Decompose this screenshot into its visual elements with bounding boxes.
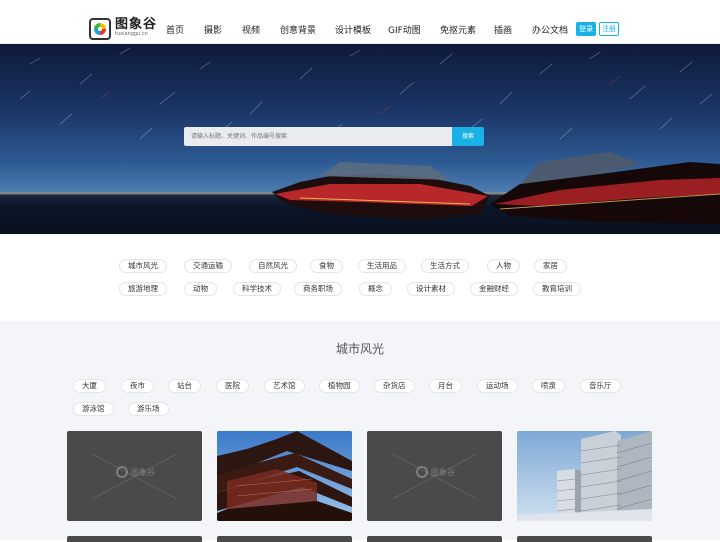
category-tag[interactable]: 家居 [534,259,567,273]
category-tag[interactable]: 交通运输 [184,259,232,273]
category-tag[interactable]: 科学技术 [233,282,281,296]
category-tag[interactable]: 旅游地理 [119,282,167,296]
category-tag[interactable]: 生活用品 [358,259,406,273]
pagoda-image [217,431,352,521]
category-tag[interactable]: 商务职场 [294,282,342,296]
image-card-skyscrapers[interactable] [517,431,652,521]
subcategory-tag[interactable]: 游乐场 [128,402,169,416]
subcategory-tag[interactable]: 游泳馆 [73,402,114,416]
top-header: 图象谷 tuxianggu.cn 首页 摄影 视频 创意背景 设计模板 GIF动… [0,0,720,44]
logo-name: 图象谷 [115,17,158,32]
nav-item-photo[interactable]: 摄影 [204,23,222,36]
subcategory-tag[interactable]: 医院 [216,379,249,393]
register-button[interactable]: 注册 [599,22,619,36]
subcategory-tag[interactable]: 月台 [429,379,462,393]
nav-item-design-template[interactable]: 设计模板 [335,23,371,36]
image-card-placeholder[interactable]: 图象谷 [367,431,502,521]
subcategory-tag[interactable]: 运动场 [477,379,518,393]
placeholder-logo-icon: 图象谷 [416,466,455,478]
site-logo[interactable]: 图象谷 tuxianggu.cn [89,18,157,40]
subcategory-tag[interactable]: 夜市 [121,379,154,393]
category-tag[interactable]: 人物 [487,259,520,273]
subcategory-tag[interactable]: 大厦 [73,379,106,393]
search-input[interactable]: 请输入标题、关键词、作品编号搜索 [184,127,452,146]
category-tag[interactable]: 城市风光 [119,259,167,273]
image-card-placeholder[interactable]: 图象谷 [67,431,202,521]
section-title: 城市风光 [335,342,384,356]
nav-item-illustration[interactable]: 插画 [494,23,512,36]
nav-item-video[interactable]: 视频 [242,23,260,36]
category-tag[interactable]: 动物 [184,282,217,296]
image-card-next-row[interactable] [367,536,502,542]
image-card-next-row[interactable] [217,536,352,542]
category-tag[interactable]: 教育培训 [533,282,581,296]
category-tag[interactable]: 生活方式 [421,259,469,273]
category-tag[interactable]: 概念 [359,282,392,296]
hero-banner: 请输入标题、关键词、作品编号搜索 搜索 [0,44,720,234]
subcategory-tag[interactable]: 站台 [168,379,201,393]
nav-item-png-elements[interactable]: 免抠元素 [440,23,476,36]
image-card-next-row[interactable] [517,536,652,542]
nav-item-gif[interactable]: GIF动图 [388,23,421,36]
skyscrapers-image [517,431,652,521]
logo-icon [89,18,111,40]
nav-item-creative-bg[interactable]: 创意背景 [280,23,316,36]
subcategory-tag[interactable]: 杂货店 [374,379,415,393]
login-button[interactable]: 登录 [576,22,596,36]
subcategory-tag[interactable]: 喷泉 [532,379,565,393]
category-tag[interactable]: 食物 [310,259,343,273]
placeholder-logo-icon: 图象谷 [116,466,155,478]
subcategory-tag[interactable]: 音乐厅 [580,379,621,393]
category-tag[interactable]: 金融财经 [470,282,518,296]
subcategory-tag[interactable]: 艺术馆 [264,379,305,393]
nav-item-home[interactable]: 首页 [166,23,184,36]
search-button[interactable]: 搜索 [452,127,484,146]
category-tag[interactable]: 自然风光 [249,259,297,273]
subcategory-tag[interactable]: 植物园 [319,379,360,393]
nav-item-office-docs[interactable]: 办公文档 [532,23,568,36]
image-card-pagoda[interactable] [217,431,352,521]
logo-domain: tuxianggu.cn [115,31,148,37]
category-tag[interactable]: 设计素材 [407,282,455,296]
image-card-next-row[interactable] [67,536,202,542]
